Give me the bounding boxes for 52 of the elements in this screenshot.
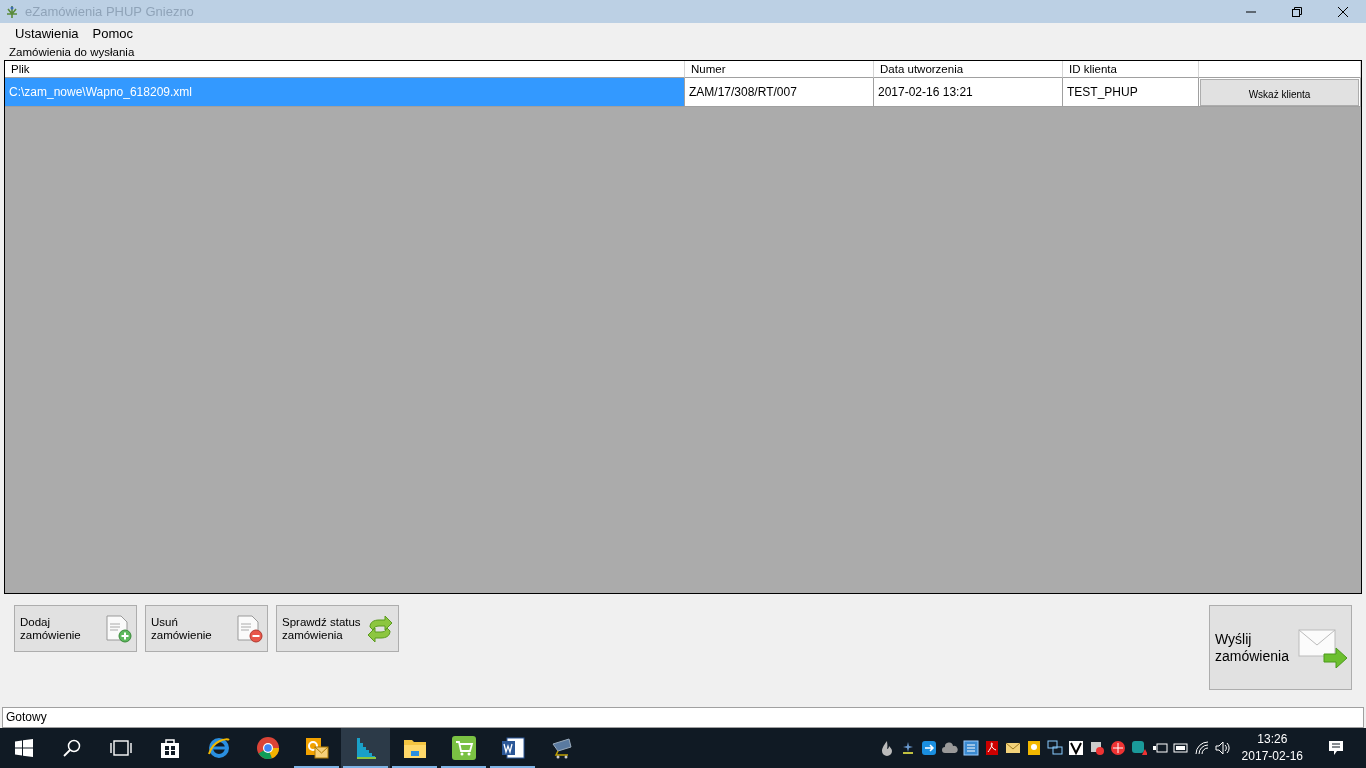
column-header[interactable]: Numer bbox=[685, 61, 874, 78]
envelope-icon[interactable] bbox=[1004, 740, 1021, 756]
envelope-arrow-icon bbox=[1298, 627, 1348, 668]
shopping-cart-icon bbox=[549, 736, 574, 760]
clock-time[interactable]: 13:26 bbox=[1241, 731, 1303, 748]
choose-client-button[interactable]: Wskaż klienta bbox=[1200, 79, 1359, 106]
document-add-icon bbox=[104, 614, 132, 643]
menu-item[interactable]: Ustawienia bbox=[8, 24, 86, 44]
search-icon bbox=[62, 739, 81, 757]
restore-icon bbox=[1292, 6, 1302, 17]
notification-icon bbox=[1328, 740, 1344, 756]
order-action-button[interactable]: Dodaj zamówienie bbox=[14, 605, 137, 652]
power-plug-icon[interactable] bbox=[1151, 740, 1168, 756]
speaker-icon[interactable] bbox=[1214, 740, 1231, 756]
close-icon bbox=[1338, 6, 1348, 17]
remote-app-icon[interactable] bbox=[920, 740, 937, 756]
cloud-icon[interactable] bbox=[941, 740, 958, 756]
column-header[interactable]: Data utworzenia bbox=[874, 61, 1063, 78]
internet-browser-icon bbox=[206, 736, 231, 760]
wifi-icon[interactable] bbox=[1193, 740, 1210, 756]
document-app-icon bbox=[500, 736, 525, 760]
app-logo-icon bbox=[5, 4, 19, 19]
windows-logo-icon bbox=[14, 739, 33, 757]
mail-app-icon bbox=[304, 736, 329, 760]
status-bar: Gotowy bbox=[2, 707, 1364, 728]
shopping-cart-icon bbox=[451, 736, 476, 760]
group-title: Zamówienia do wysłania bbox=[8, 45, 136, 60]
app-v-icon[interactable] bbox=[1067, 740, 1084, 756]
monitors-icon[interactable] bbox=[1046, 740, 1063, 756]
table-cell: 2017-02-16 13:21 bbox=[874, 78, 1063, 107]
order-action-button[interactable]: Usuń zamówienie bbox=[145, 605, 268, 652]
column-header[interactable]: ID klienta bbox=[1063, 61, 1199, 78]
task-view-icon bbox=[109, 740, 132, 756]
refresh-arrows-icon bbox=[366, 614, 394, 643]
order-action-button[interactable]: Sprawdź status zamówienia bbox=[276, 605, 399, 652]
cross-circle-icon[interactable] bbox=[1109, 740, 1126, 756]
card-icon[interactable] bbox=[1025, 740, 1042, 756]
warning-app-icon[interactable] bbox=[1130, 740, 1147, 756]
pdf-icon[interactable] bbox=[983, 740, 1000, 756]
error-app-icon[interactable] bbox=[1088, 740, 1105, 756]
send-orders-button[interactable]: Wyślij zamówienia bbox=[1209, 605, 1352, 690]
clock-date[interactable]: 2017-02-16 bbox=[1241, 748, 1303, 765]
document-remove-icon bbox=[235, 614, 263, 643]
network-app-icon[interactable] bbox=[962, 740, 979, 756]
battery-icon[interactable] bbox=[1172, 740, 1189, 756]
browser-icon bbox=[255, 736, 280, 760]
menu-item[interactable]: Pomoc bbox=[85, 24, 141, 44]
table-cell: ZAM/17/308/RT/007 bbox=[685, 78, 874, 107]
shopping-bag-icon bbox=[159, 737, 180, 759]
column-header[interactable]: Plik bbox=[5, 61, 685, 78]
table-cell: TEST_PHUP bbox=[1063, 78, 1199, 107]
table-cell: C:\zam_nowe\Wapno_618209.xml bbox=[5, 78, 685, 107]
